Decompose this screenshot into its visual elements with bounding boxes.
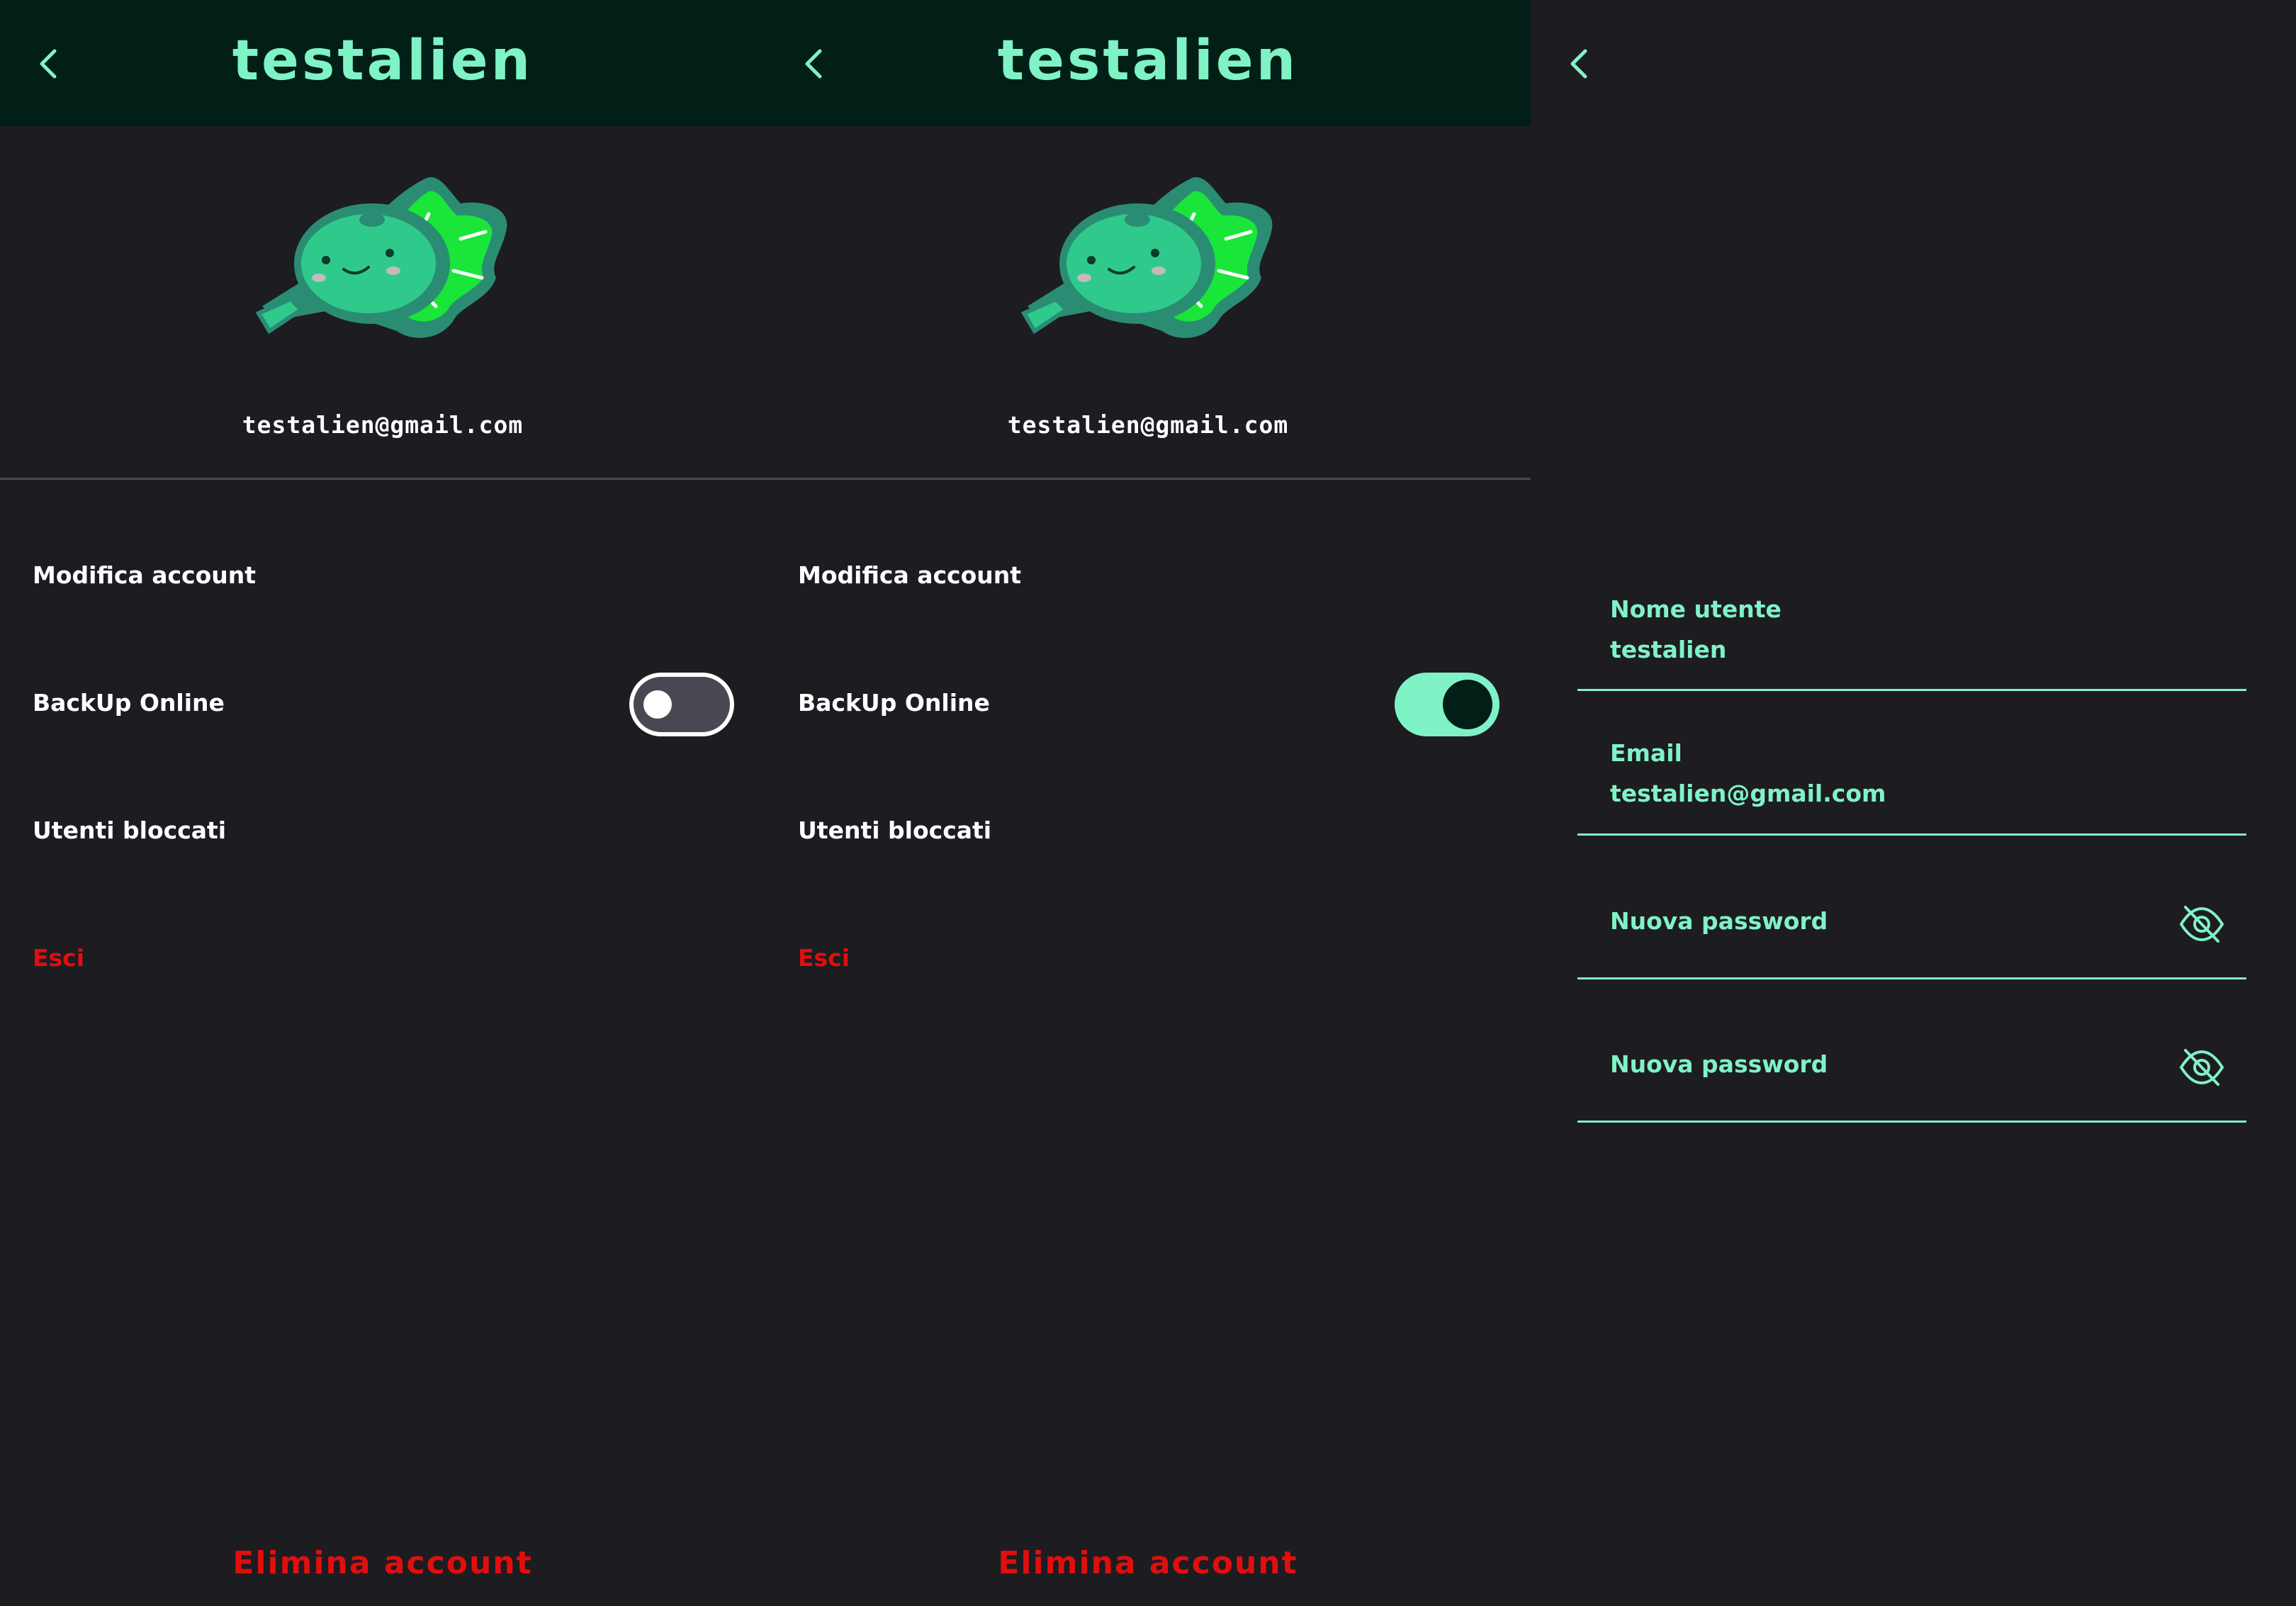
app-title: testalien [232,29,534,93]
email-value: testalien@gmail.com [1610,780,1886,807]
divider [0,478,765,480]
username-value: testalien [1610,636,1727,663]
app-bar: testalien [0,0,765,126]
alien-leaf-avatar [255,177,507,338]
edit-account-item[interactable]: Modifica account [798,554,1021,597]
backup-online-label: BackUp Online [33,689,225,717]
toggle-knob [1443,680,1492,729]
logout-item[interactable]: Esci [33,937,84,979]
email-field[interactable]: Email testalien@gmail.com [1577,734,2246,836]
profile-email: testalien@gmail.com [242,411,524,439]
alien-leaf-avatar [1020,177,1273,338]
eye-off-icon[interactable] [2178,904,2225,944]
backup-online-toggle[interactable] [1395,673,1499,736]
app-bar: testalien [765,0,1531,126]
email-label: Email [1610,739,1682,767]
backup-online-toggle[interactable] [629,673,734,736]
backup-online-label: BackUp Online [798,689,990,717]
blocked-users-item[interactable]: Utenti bloccati [33,809,226,852]
delete-account-button[interactable]: Elimina account [0,1545,765,1581]
username-label: Nome utente [1610,595,1782,623]
logout-item[interactable]: Esci [798,937,850,979]
blocked-users-item[interactable]: Utenti bloccati [798,809,991,852]
edit-account-item[interactable]: Modifica account [33,554,256,597]
username-field[interactable]: Nome utente testalien [1577,588,2246,691]
new-password-field[interactable]: Nuova password [1577,886,2246,979]
back-button[interactable] [1558,43,1600,85]
profile-screen-backup-off: testalien testalien@gmail.com Modifica a… [0,0,765,1606]
profile-screen-backup-on: testalien testalien@gmail.com Modifica a… [765,0,1531,1606]
app-title: testalien [997,29,1299,93]
delete-account-button[interactable]: Elimina account [765,1545,1531,1581]
profile-email: testalien@gmail.com [1007,411,1289,439]
new-password-label: Nuova password [1610,907,1828,935]
divider [765,478,1531,480]
chevron-left-icon [1570,49,1587,79]
confirm-password-label: Nuova password [1610,1050,1828,1078]
confirm-password-field[interactable]: Nuova password [1577,1029,2246,1123]
toggle-knob [643,690,672,719]
eye-off-icon[interactable] [2178,1048,2225,1087]
edit-account-screen: Nome utente testalien Email testalien@gm… [1531,0,2296,1606]
